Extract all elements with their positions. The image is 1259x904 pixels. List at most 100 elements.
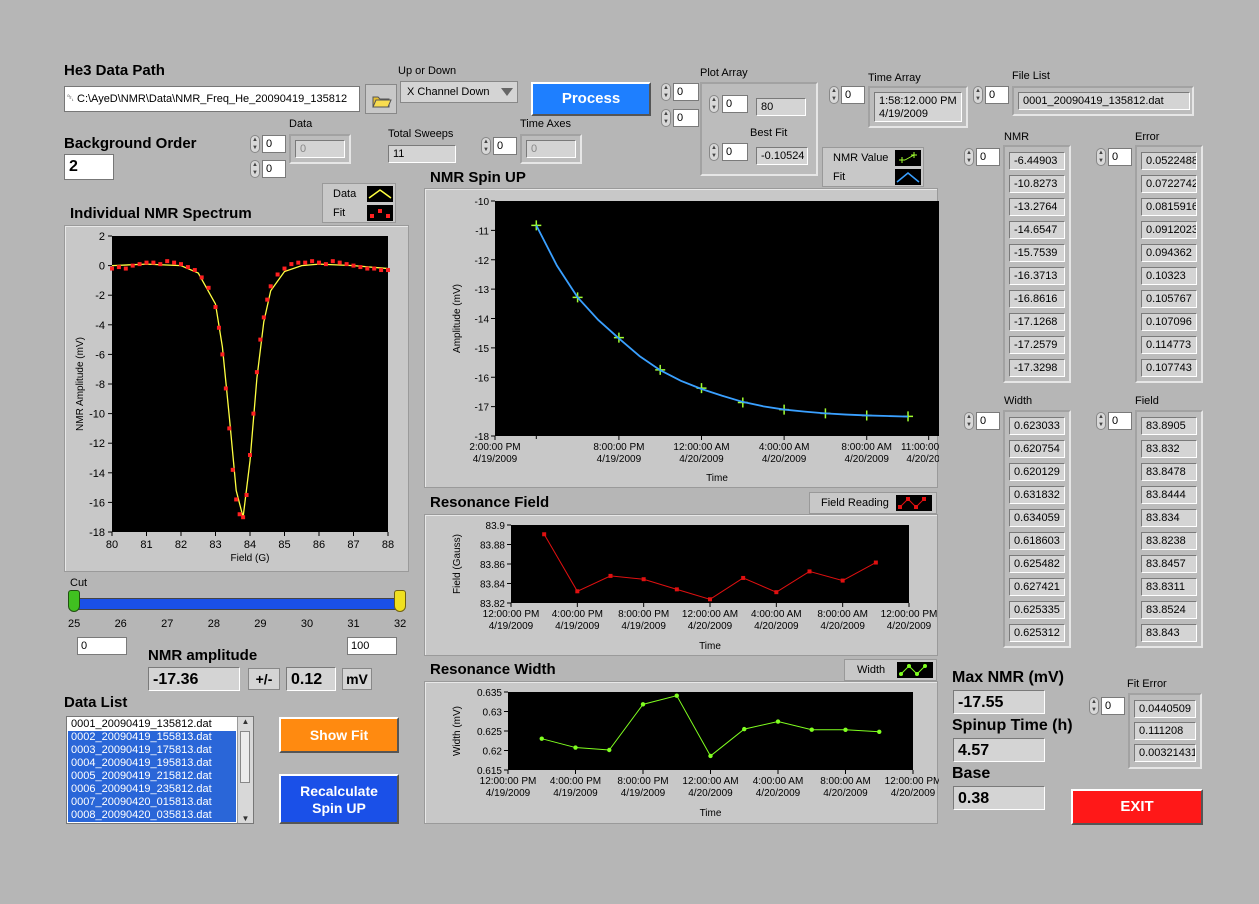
list-item[interactable]: 0007_20090420_015813.dat [68,796,236,809]
fit-error-label: Fit Error [1127,678,1167,690]
list-item[interactable]: 0006_20090419_235812.dat [68,783,236,796]
spectrum-xtick-label: 84 [244,539,256,551]
spectrum-data-point [172,260,177,265]
spin-a-control[interactable]: ▲ ▼ [661,83,671,101]
spin-a-value[interactable]: 0 [673,83,699,101]
cut-tick-label: 28 [207,618,220,630]
reswidth-ytick-label: 0.635 [477,688,502,699]
data-list-box[interactable]: 0001_20090419_135812.dat 0002_20090419_15… [66,716,254,824]
reswidth-chart[interactable]: 0.6350.630.6250.620.61512:00:00 PM4/19/2… [425,682,941,825]
reswidth-xtick-label: 12:00:00 AM [682,776,738,787]
reswidth-ytick-label: 0.63 [483,708,503,719]
show-fit-button[interactable]: Show Fit [279,717,399,753]
spectrum-data-point [192,268,197,273]
spectrum-data-point [265,297,270,302]
scroll-thumb[interactable] [240,731,250,783]
array-cell: 0.105767 [1141,290,1197,308]
time-array-label: Time Array [868,72,921,84]
time-array-index[interactable]: 0 [841,86,865,104]
cut-high-input[interactable]: 100 [347,637,397,655]
time-array-index-control[interactable]: ▲ ▼ [829,86,839,104]
list-item[interactable]: 0003_20090419_175813.dat [68,744,236,757]
error-array-index-control[interactable]: ▲ ▼ [1096,148,1106,166]
reswidth-data-point [708,753,713,759]
best-fit-index[interactable]: 0 [722,143,748,161]
field-array-index[interactable]: 0 [1108,412,1132,430]
nmr-array-label: NMR [1004,131,1030,143]
width-array-index[interactable]: 0 [976,412,1000,430]
spinup-ytick-label: -12 [475,256,490,267]
resfield-chart[interactable]: 83.983.8883.8683.8483.8212:00:00 PM4/19/… [425,515,939,657]
time-axes-index-control[interactable]: ▲ ▼ [481,137,491,155]
plot-array-index[interactable]: 0 [722,95,748,113]
file-list-index-control[interactable]: ▲ ▼ [973,86,983,104]
list-item[interactable]: 0005_20090419_215812.dat [68,770,236,783]
reswidth-legend-label: Width [857,664,886,676]
list-item[interactable]: 0002_20090419_155813.dat [68,731,236,744]
best-fit-index-control[interactable]: ▲ ▼ [709,143,719,161]
spinup-ytick-label: -13 [475,285,490,296]
spin-b-control[interactable]: ▲ ▼ [661,109,671,127]
data-index-2-control[interactable]: ▲ ▼ [250,160,260,178]
cut-low-input[interactable]: 0 [77,637,127,655]
array-cell: 0.10323 [1141,267,1197,285]
path-type-icon: ␡ [67,93,75,103]
exit-button[interactable]: EXIT [1071,789,1203,825]
background-order-input[interactable]: 2 [64,154,114,180]
cut-high-handle[interactable] [394,590,406,612]
width-array-index-control[interactable]: ▲ ▼ [964,412,974,430]
reswidth-data-point [674,693,679,698]
spinup-time-value: 4.57 [953,738,1045,762]
data-index-2[interactable]: 0 [262,160,286,178]
array-cell: 0.111208 [1134,722,1196,740]
up-or-down-select[interactable]: X Channel Down [400,81,518,103]
spectrum-ylabel: NMR Amplitude (mV) [75,337,86,431]
spectrum-ytick-label: -12 [89,438,105,450]
data-list-scrollbar[interactable]: ▲ ▼ [237,717,253,823]
fit-error-index-control[interactable]: ▲ ▼ [1089,697,1099,715]
spectrum-data-point [330,259,335,264]
spinup-xtick-label: 4/19/2009 [597,454,642,465]
recalculate-spinup-button[interactable]: Recalculate Spin UP [279,774,399,824]
data-index-1[interactable]: 0 [262,135,286,153]
spectrum-data-point [130,263,135,268]
spin-b-value[interactable]: 0 [673,109,699,127]
browse-folder-button[interactable] [365,84,397,114]
data-list-items: 0001_20090419_135812.dat 0002_20090419_15… [68,718,236,822]
reswidth-xtick-label: 4/19/2009 [486,788,531,799]
array-cell: -17.3298 [1009,359,1065,377]
nmr-array-index[interactable]: 0 [976,148,1000,166]
plot-array-index-control[interactable]: ▲ ▼ [709,95,719,113]
fit-error-index[interactable]: 0 [1101,697,1125,715]
time-axes-value: 0 [526,140,576,158]
spinup-chart[interactable]: -10-11-12-13-14-15-16-17-182:00:00 PM4/1… [425,189,956,489]
spectrum-ytick-label: -4 [95,320,105,332]
array-cell: -6.44903 [1009,152,1065,170]
nmr-amplitude-error: 0.12 [286,667,336,691]
time-axes-index[interactable]: 0 [493,137,517,155]
cut-low-handle[interactable] [68,590,80,612]
array-cell: 83.832 [1141,440,1197,458]
data-index-1-control[interactable]: ▲ ▼ [250,135,260,153]
spectrum-chart[interactable]: 80 81 82 83 84 85 86 87 88 2 0 -2 -4 -6 -8 -10 -12 -14 -16… [65,226,410,573]
spectrum-data-point [110,266,114,271]
file-list-index[interactable]: 0 [985,86,1009,104]
scroll-up-icon[interactable]: ▲ [238,717,253,726]
resfield-xtick-label: 12:00:00 PM [881,609,938,620]
spectrum-xtick-label: 86 [313,539,325,551]
list-item[interactable]: 0004_20090419_195813.dat [68,757,236,770]
process-button[interactable]: Process [531,82,651,116]
reswidth-xtick-label: 4/20/2009 [891,788,936,799]
nmr-array-index-control[interactable]: ▲ ▼ [964,148,974,166]
list-item[interactable]: 0001_20090419_135812.dat [68,718,236,731]
scroll-down-icon[interactable]: ▼ [238,814,253,823]
field-array-index-control[interactable]: ▲ ▼ [1096,412,1106,430]
error-array-index[interactable]: 0 [1108,148,1132,166]
resfield-plot-area [511,525,909,603]
list-item[interactable]: 0008_20090420_035813.dat [68,809,236,822]
reswidth-xtick-label: 4/20/2009 [823,788,868,799]
data-path-field[interactable]: ␡ C:\AyeD\NMR\Data\NMR_Freq_He_20090419_… [64,86,360,112]
spectrum-legend-fit-label: Fit [333,207,346,219]
cut-slider[interactable] [68,590,406,616]
reswidth-legend: Width [844,659,937,681]
